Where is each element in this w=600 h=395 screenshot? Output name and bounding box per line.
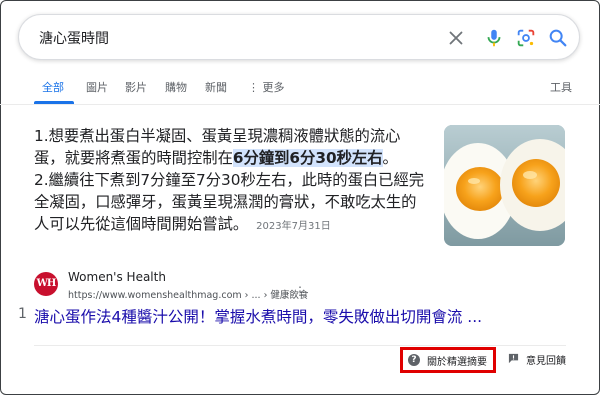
feedback-button[interactable]: 意見回饋 xyxy=(508,350,578,370)
snippet-thumbnail-image[interactable] xyxy=(444,125,565,246)
result-title-link[interactable]: 溏心蛋作法4種醬汁公開！掌握水煮時間，零失敗做出切開會流 ... xyxy=(34,305,482,327)
search-input[interactable]: 溏心蛋時間 xyxy=(39,28,109,48)
clear-icon[interactable] xyxy=(445,27,467,49)
womens-health-favicon: WH xyxy=(34,272,58,296)
snippet-highlight: 6分鐘到6分30秒左右 xyxy=(232,149,383,167)
search-bar[interactable]: 溏心蛋時間 xyxy=(18,14,580,60)
google-lens-icon[interactable] xyxy=(515,27,537,49)
snippet-date: 2023年7月31日 xyxy=(256,221,331,232)
result-marker: 1 xyxy=(18,306,27,322)
source-attribution[interactable]: WH Women's Health https://www.womensheal… xyxy=(34,270,534,302)
tab-all[interactable]: 全部 xyxy=(42,78,64,98)
tab-more-label: 更多 xyxy=(262,81,285,94)
tab-more[interactable]: ⋮ 更多 xyxy=(248,78,285,98)
about-featured-snippets-label: 關於精選摘要 xyxy=(427,357,487,368)
help-icon: ? xyxy=(408,354,420,366)
snippet-part2: 。 xyxy=(382,149,398,167)
featured-snippet-text: 1.想要煮出蛋白半凝固、蛋黃呈現濃稠液體狀態的流心蛋，就要將煮蛋的時間控制在6分… xyxy=(34,125,429,238)
snippet-footer-divider xyxy=(34,345,566,346)
tabs-divider xyxy=(0,104,600,105)
more-vert-icon: ⋮ xyxy=(248,81,259,94)
tab-news[interactable]: 新聞 xyxy=(205,78,227,98)
microphone-icon[interactable] xyxy=(483,27,505,49)
feedback-icon xyxy=(508,353,519,364)
tools-button[interactable]: 工具 xyxy=(550,78,572,98)
tab-shopping[interactable]: 購物 xyxy=(165,78,187,98)
more-options-icon[interactable]: ⋮ xyxy=(294,284,306,298)
about-featured-snippets-button[interactable]: ? 關於精選摘要 xyxy=(400,347,496,373)
source-site-name[interactable]: Women's Health xyxy=(68,270,166,284)
feedback-label: 意見回饋 xyxy=(526,356,566,367)
tab-images[interactable]: 圖片 xyxy=(86,78,108,98)
search-icon[interactable] xyxy=(547,27,569,49)
search-tabs: 全部 圖片 影片 購物 新聞 ⋮ 更多 工具 xyxy=(0,78,600,104)
soft-boiled-egg-image xyxy=(444,125,565,246)
tab-videos[interactable]: 影片 xyxy=(125,78,147,98)
snippet-part3: 2.繼續往下煮到7分鐘至7分30秒左右，此時的蛋白已經完全凝固，口感彈牙，蛋黃呈… xyxy=(34,171,425,233)
source-url[interactable]: https://www.womenshealthmag.com › ... › … xyxy=(68,287,308,301)
